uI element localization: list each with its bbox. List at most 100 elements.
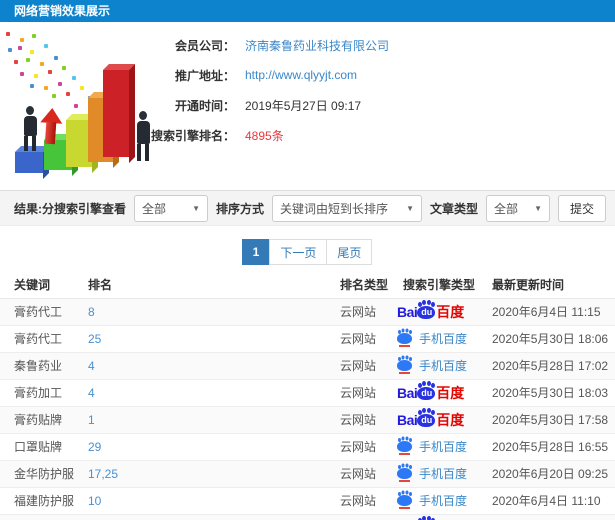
filter-group: 分搜索引擎查看 全部 ▼ 排序方式 关键词由短到长排序 ▼ 文章类型 全部 ▼ … <box>42 194 615 222</box>
growth-arrow-icon <box>39 107 64 146</box>
last-page-button[interactable]: 尾页 <box>326 239 373 265</box>
pagination: 1 下一页 尾页 <box>0 226 615 276</box>
page-1-button[interactable]: 1 <box>241 239 271 265</box>
mobile-baidu-logo: 手机百度 <box>397 492 467 510</box>
rank-cell: 10 <box>74 487 326 515</box>
baidu-logo: Baidu百度 <box>397 302 465 320</box>
keyword-header: 关键词 <box>0 276 74 299</box>
engine-type-header: 搜索引擎类型 <box>389 276 478 299</box>
table-row: 膏药贴牌 1 云网站 Bai du 百度 2020年5月30日 17:58 <box>0 406 615 434</box>
rank-link[interactable]: 25 <box>88 332 101 346</box>
keyword-cell <box>0 514 74 520</box>
rank-type-cell: 云网站 <box>326 298 389 326</box>
table-row: 金华防护服 17,25 云网站 手机百度 2020年6月20日 09:25 <box>0 460 615 488</box>
baidu-paw-icon <box>397 357 412 375</box>
info-row-open-time: 开通时间： 2019年5月27日 09:17 <box>145 90 610 120</box>
page-title: 网络营销效果展示 <box>14 4 111 18</box>
rank-link[interactable]: 4 <box>88 359 95 373</box>
engine-cell: 手机百度 <box>389 352 478 380</box>
engine-cell: Baidu百度 <box>389 406 478 434</box>
title-bar: 网络营销效果展示 <box>0 0 615 22</box>
rank-cell: 4 <box>74 379 326 407</box>
baidu-logo: Baidu百度 <box>397 383 465 401</box>
baidu-paw-icon <box>397 438 412 456</box>
table-row: 膏药代工 25 云网站 手机百度 2020年5月30日 18:06 <box>0 325 615 353</box>
updated-header: 最新更新时间 <box>478 276 615 299</box>
rank-type-cell <box>326 514 389 520</box>
table-row: 秦鲁药业 4 云网站 手机百度 2020年5月28日 17:02 <box>0 352 615 380</box>
rank-link[interactable]: 10 <box>88 494 101 508</box>
keyword-cell: 秦鲁药业 <box>0 352 74 380</box>
info-row-url: 推广地址： http://www.qlyyjt.com <box>145 60 610 90</box>
mobile-baidu-logo: 手机百度 <box>397 357 467 375</box>
table-row: 膏药加工 4 云网站 Bai du 百度 2020年5月30日 18:03 <box>0 379 615 407</box>
info-row-company: 会员公司： 济南秦鲁药业科技有限公司 <box>145 30 610 60</box>
table-header-row: 关键词 排名 排名类型 搜索引擎类型 最新更新时间 <box>0 276 615 299</box>
next-page-button[interactable]: 下一页 <box>269 239 328 265</box>
engine-cell: Baidu百度 <box>389 379 478 407</box>
table-row: 福建防护服 10 云网站 手机百度 2020年6月4日 11:10 <box>0 487 615 515</box>
info-section: 会员公司： 济南秦鲁药业科技有限公司 推广地址： http://www.qlyy… <box>0 22 615 190</box>
rank-link[interactable]: 1 <box>88 413 95 427</box>
article-type-select[interactable]: 全部 ▼ <box>486 194 551 222</box>
open-time-value: 2019年5月27日 09:17 <box>245 98 362 113</box>
sort-filter-label: 排序方式 <box>216 201 265 216</box>
engine-cell: 手机百度 <box>389 487 478 515</box>
table-row: 口罩贴牌 29 云网站 手机百度 2020年5月28日 16:55 <box>0 433 615 461</box>
rank-header: 排名 <box>74 276 326 299</box>
rank-type-cell: 云网站 <box>326 433 389 461</box>
submit-button[interactable]: 提交 <box>558 194 607 222</box>
updated-cell: 2020年5月28日 16:55 <box>478 433 615 461</box>
sort-select-value: 关键词由短到长排序 <box>280 201 389 216</box>
keyword-cell: 膏药代工 <box>0 325 74 353</box>
company-name-link[interactable]: 济南秦鲁药业科技有限公司 <box>245 37 389 54</box>
rank-type-cell: 云网站 <box>326 406 389 434</box>
rank-type-cell: 云网站 <box>326 325 389 353</box>
baidu-paw-icon: du <box>417 302 436 319</box>
info-row-rank-count: 搜索引擎排名： 4895条 <box>145 120 610 150</box>
updated-cell: 2020年5月30日 17:58 <box>478 406 615 434</box>
rank-count-value: 4895条 <box>245 128 284 143</box>
rank-link[interactable]: 29 <box>88 440 101 454</box>
businessman-figure-left <box>21 106 39 151</box>
rank-cell <box>74 514 326 520</box>
keyword-cell: 福建防护服 <box>0 487 74 515</box>
engine-cell: Baidu百度 <box>389 298 478 326</box>
rank-type-cell: 云网站 <box>326 379 389 407</box>
rank-cell: 4 <box>74 352 326 380</box>
bar-blue <box>15 152 43 173</box>
filter-bar: 结果: 分搜索引擎查看 全部 ▼ 排序方式 关键词由短到长排序 ▼ 文章类型 全… <box>0 190 615 226</box>
promo-url-link[interactable]: http://www.qlyyjt.com <box>245 68 357 82</box>
result-label: 结果: <box>14 201 42 216</box>
updated-cell: 2020年5月30日 18:06 <box>478 325 615 353</box>
promo-url-label: 推广地址： <box>174 68 235 83</box>
updated-cell: 2020年5月30日 18:03 <box>478 379 615 407</box>
confetti-decoration <box>6 32 10 36</box>
rank-link[interactable]: 4 <box>88 386 95 400</box>
keyword-cell: 口罩贴牌 <box>0 433 74 461</box>
rank-link[interactable]: 17,25 <box>88 467 118 481</box>
baidu-paw-icon <box>397 330 412 348</box>
sort-select[interactable]: 关键词由短到长排序 ▼ <box>272 194 423 222</box>
engine-cell: 手机百度 <box>389 433 478 461</box>
rank-type-header: 排名类型 <box>326 276 389 299</box>
type-filter-label: 文章类型 <box>430 201 479 216</box>
engine-select-value: 全部 <box>142 201 167 216</box>
rank-type-cell: 云网站 <box>326 460 389 488</box>
table-body: 膏药代工 8 云网站 Bai du 百度 2020年6月4日 11:15 膏药代工 25 云网站手… <box>0 298 615 520</box>
company-info: 会员公司： 济南秦鲁药业科技有限公司 推广地址： http://www.qlyy… <box>145 30 610 150</box>
table-row-partial: Baidu百度 <box>0 514 615 520</box>
chevron-down-icon: ▼ <box>406 203 415 213</box>
engine-select[interactable]: 全部 ▼ <box>134 194 209 222</box>
keyword-cell: 膏药代工 <box>0 298 74 326</box>
updated-cell: 2020年6月4日 11:15 <box>478 298 615 326</box>
rank-cell: 1 <box>74 406 326 434</box>
updated-cell: 2020年6月4日 11:10 <box>478 487 615 515</box>
baidu-paw-icon <box>397 465 412 483</box>
updated-cell: 2020年5月28日 17:02 <box>478 352 615 380</box>
rank-count-label: 搜索引擎排名： <box>150 128 235 143</box>
chevron-down-icon: ▼ <box>192 203 201 213</box>
rank-link[interactable]: 8 <box>88 305 95 319</box>
rank-cell: 25 <box>74 325 326 353</box>
engine-cell: 手机百度 <box>389 460 478 488</box>
